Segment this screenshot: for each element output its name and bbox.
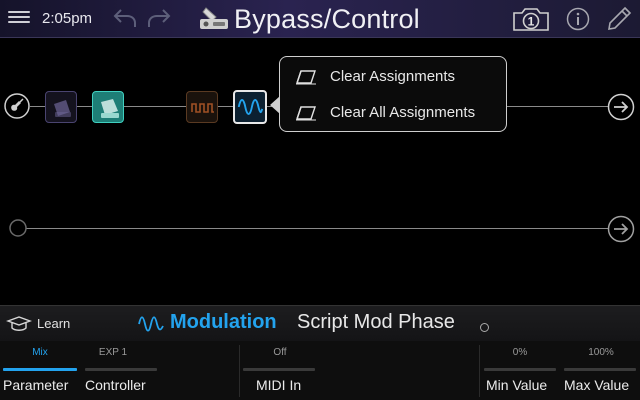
param-label: Controller	[85, 377, 146, 393]
param-value: 0%	[512, 347, 528, 358]
param-max-value[interactable]: 100% Max Value	[562, 341, 640, 400]
clear-assignments-item[interactable]: Clear Assignments	[290, 62, 500, 92]
param-value: Mix	[32, 347, 48, 358]
param-label: MIDI In	[256, 377, 302, 393]
param-value: Off	[273, 347, 287, 358]
model-name[interactable]: Script Mod Phase	[297, 311, 455, 334]
clock: 2:05pm	[42, 10, 93, 27]
controller-params: Mix Parameter EXP 1 Controller Off MIDI …	[0, 341, 640, 400]
divider	[239, 345, 240, 397]
redo-icon[interactable]	[146, 6, 172, 30]
param-min-value[interactable]: 0% Min Value	[482, 341, 558, 400]
param-parameter[interactable]: Mix Parameter	[0, 341, 80, 400]
wah-block[interactable]	[92, 91, 124, 123]
param-bar	[484, 368, 556, 371]
clear-assignments-label: Clear Assignments	[330, 68, 456, 85]
param-bar	[85, 368, 157, 371]
page-title: Bypass/Control	[234, 4, 420, 34]
output-arrow-icon[interactable]	[607, 93, 635, 121]
volume-pedal-block[interactable]	[45, 91, 77, 123]
clear-all-assignments-label: Clear All Assignments	[330, 104, 476, 121]
model-category: Modulation	[170, 311, 277, 333]
pencil-icon[interactable]	[606, 6, 632, 32]
context-menu: Clear Assignments Clear All Assignments	[279, 56, 507, 132]
output-arrow-b-icon[interactable]	[607, 215, 635, 243]
modulation-wave-icon	[138, 316, 164, 332]
header-bar: 2:05pm Bypass/Control 1	[0, 0, 640, 38]
tremolo-block[interactable]	[186, 91, 218, 123]
info-icon[interactable]	[566, 7, 590, 31]
learn-icon[interactable]	[6, 315, 32, 333]
divider	[479, 345, 480, 397]
model-info-bar: Learn Modulation Script Mod Phase	[0, 305, 640, 341]
footswitch-icon	[200, 7, 228, 29]
eraser-icon	[296, 70, 316, 85]
camera-icon[interactable]: 1	[512, 6, 550, 32]
param-value: 100%	[588, 347, 614, 358]
param-label: Max Value	[564, 377, 630, 393]
guitar-input-icon[interactable]	[4, 93, 30, 119]
model-status-dot	[480, 323, 489, 332]
param-value: EXP 1	[98, 347, 128, 358]
param-fill	[3, 368, 77, 371]
eraser-icon	[296, 106, 316, 121]
param-bar	[243, 368, 315, 371]
undo-icon[interactable]	[112, 6, 138, 30]
param-controller[interactable]: EXP 1 Controller	[82, 341, 160, 400]
menu-icon[interactable]	[8, 8, 30, 28]
param-label: Min Value	[486, 377, 548, 393]
param-bar	[564, 368, 636, 371]
param-bar	[3, 368, 77, 371]
path-b-line	[26, 228, 608, 229]
learn-button[interactable]: Learn	[37, 316, 70, 331]
modulation-block-selected[interactable]	[233, 90, 267, 124]
clear-all-assignments-item[interactable]: Clear All Assignments	[290, 98, 500, 128]
param-label: Parameter	[3, 377, 69, 393]
param-midi-in[interactable]: Off MIDI In	[243, 341, 317, 400]
snapshot-number: 1	[528, 15, 535, 29]
input-b-icon[interactable]	[8, 218, 28, 238]
